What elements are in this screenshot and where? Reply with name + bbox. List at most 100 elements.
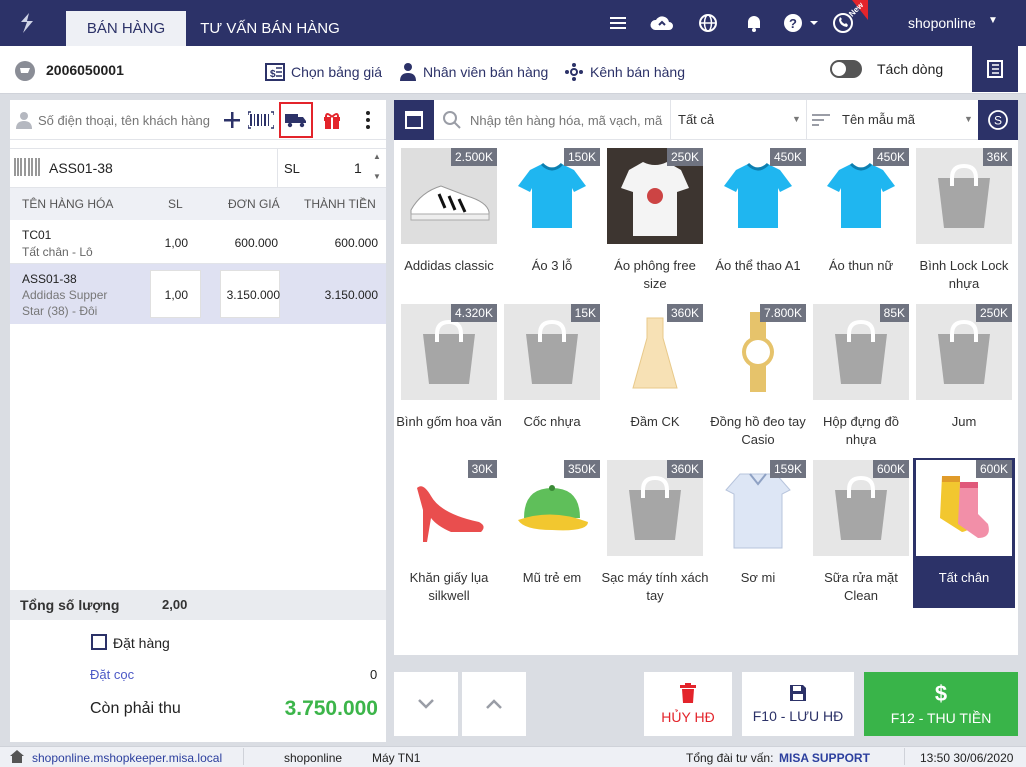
product-card[interactable]: 15K Cốc nhựa	[504, 304, 600, 450]
product-name: Đầm CK	[630, 414, 680, 429]
order-checkbox[interactable]	[91, 634, 107, 650]
chevron-down-icon	[418, 699, 434, 709]
row-price[interactable]: 600.000	[210, 236, 278, 250]
tab-sales[interactable]: BÁN HÀNG	[66, 11, 186, 46]
sku-input[interactable]: ASS01-38	[49, 160, 113, 176]
product-card[interactable]: 600K Sữa rửa mặt Clean	[813, 460, 909, 606]
product-price: 30K	[467, 460, 497, 478]
product-card[interactable]: 360K Đầm CK	[607, 304, 703, 450]
chevron-up-icon	[486, 699, 502, 709]
bell-icon[interactable]	[743, 12, 765, 34]
product-search-input[interactable]	[470, 108, 668, 132]
scroll-up-button[interactable]	[462, 672, 526, 736]
home-icon[interactable]	[10, 750, 24, 763]
product-card[interactable]: 7.800K Đồng hồ đeo tay Casio	[710, 304, 806, 450]
customer-search-input[interactable]	[38, 108, 218, 132]
add-customer-icon[interactable]	[222, 110, 242, 130]
tab-sales-consult[interactable]: TƯ VẤN BÁN HÀNG	[190, 11, 350, 46]
globe-icon[interactable]	[697, 12, 719, 34]
category-chevron-icon[interactable]: ▼	[792, 114, 801, 124]
cloud-sync-icon[interactable]	[649, 12, 675, 34]
product-price: 7.800K	[759, 304, 806, 322]
product-name: Đồng hồ đeo tay Casio	[710, 414, 806, 447]
table-row-selected[interactable]: ASS01-38 Addidas Supper Star (38) - Đôi …	[10, 264, 386, 324]
product-name: Jum	[951, 414, 977, 429]
price-mode-button[interactable]: S	[978, 100, 1018, 140]
deposit-link[interactable]: Đặt cọc	[90, 667, 134, 682]
price-list-selector[interactable]: $ Chọn bảng giá	[265, 62, 382, 82]
product-card[interactable]: 4.320K Bình gốm hoa văn	[396, 304, 502, 450]
header-total: THÀNH TIỀN	[304, 197, 376, 211]
category-filter[interactable]: Tất cả	[678, 112, 714, 127]
staff-label: Nhân viên bán hàng	[423, 64, 549, 80]
product-card[interactable]: 36K Bình Lock Lock nhựa	[916, 148, 1012, 294]
cancel-invoice-button[interactable]: HỦY HĐ	[644, 672, 732, 736]
remaining-label: Còn phải thu	[90, 700, 181, 717]
product-card[interactable]: 450K Áo thun nữ	[813, 148, 909, 294]
gift-icon[interactable]	[322, 110, 342, 130]
cart-icon	[15, 61, 35, 81]
more-options-icon[interactable]	[360, 110, 376, 130]
status-url[interactable]: shoponline.mshopkeeper.misa.local	[32, 751, 222, 765]
app-logo-icon[interactable]	[14, 10, 40, 36]
product-price: 150K	[563, 148, 600, 166]
menu-icon[interactable]	[607, 12, 629, 34]
table-row[interactable]: TC01 Tất chân - Lô 1,00 600.000 600.000	[10, 220, 386, 264]
customer-card-icon[interactable]	[248, 110, 274, 130]
product-card[interactable]: 450K Áo thể thao A1	[710, 148, 806, 294]
total-qty-value: 2,00	[162, 597, 188, 612]
row-qty[interactable]: 1,00	[150, 236, 188, 250]
view-toggle-button[interactable]	[394, 100, 434, 140]
product-card[interactable]: 350K Mũ trẻ em	[504, 460, 600, 606]
product-card[interactable]: 250K Áo phông free size	[607, 148, 703, 294]
row-qty[interactable]: 1,00	[150, 288, 188, 302]
product-name: Áo phông free size	[614, 258, 696, 291]
svg-text:$: $	[270, 69, 276, 80]
person-icon	[16, 112, 32, 129]
hotline-link[interactable]: MISA SUPPORT	[779, 751, 870, 765]
product-name: Addidas classic	[404, 258, 494, 273]
svg-text:?: ?	[789, 16, 797, 31]
svg-text:S: S	[994, 114, 1002, 128]
pay-button[interactable]: $ F12 - THU TIỀN	[864, 672, 1018, 736]
scroll-down-button[interactable]	[394, 672, 458, 736]
product-price: 36K	[982, 148, 1012, 166]
save-invoice-button[interactable]: F10 - LƯU HĐ	[742, 672, 854, 736]
product-card[interactable]: 30K Khăn giấy lụa silkwell	[401, 460, 497, 606]
product-name: Bình Lock Lock nhựa	[919, 258, 1009, 291]
product-card[interactable]: 2.500K Addidas classic	[401, 148, 497, 294]
staff-selector[interactable]: Nhân viên bán hàng	[399, 62, 548, 82]
product-card[interactable]: 85K Hộp đựng đồ nhựa	[813, 304, 909, 450]
qty-input[interactable]: 1	[354, 160, 362, 176]
invoice-number: 2006050001	[46, 62, 124, 78]
product-card[interactable]: 250K Jum	[916, 304, 1012, 450]
row-price[interactable]: 3.150.000	[210, 288, 280, 302]
channel-selector[interactable]: Kênh bán hàng	[564, 62, 685, 82]
floppy-disk-icon	[790, 685, 806, 701]
divider	[670, 100, 671, 140]
row-total: 600.000	[334, 236, 378, 250]
qty-down-icon[interactable]: ▼	[373, 172, 381, 181]
delivery-button[interactable]	[279, 102, 313, 138]
product-card[interactable]: 159K Sơ mi	[710, 460, 806, 606]
product-price: 2.500K	[450, 148, 497, 166]
split-line-toggle[interactable]	[830, 60, 862, 78]
help-icon[interactable]: ?	[782, 12, 820, 34]
product-price: 159K	[769, 460, 806, 478]
product-card[interactable]: 150K Áo 3 lỗ	[504, 148, 600, 294]
product-card[interactable]: 360K Sạc máy tính xách tay	[602, 460, 708, 606]
product-price: 450K	[769, 148, 806, 166]
user-name[interactable]: shoponline	[908, 15, 976, 31]
user-chevron-icon[interactable]: ▼	[988, 15, 998, 26]
side-panel-button[interactable]	[972, 46, 1018, 92]
qty-up-icon[interactable]: ▲	[373, 152, 381, 161]
channel-icon	[565, 63, 583, 81]
split-line-label: Tách dòng	[877, 61, 944, 77]
total-qty-label: Tổng số lượng	[20, 597, 120, 613]
search-icon[interactable]	[442, 110, 462, 130]
sort-icon[interactable]	[812, 112, 830, 128]
trash-icon	[680, 683, 696, 703]
template-chevron-icon[interactable]: ▼	[964, 114, 973, 124]
product-card[interactable]: 600K Tất chân	[913, 458, 1015, 608]
template-filter[interactable]: Tên mẫu mã	[842, 112, 915, 127]
